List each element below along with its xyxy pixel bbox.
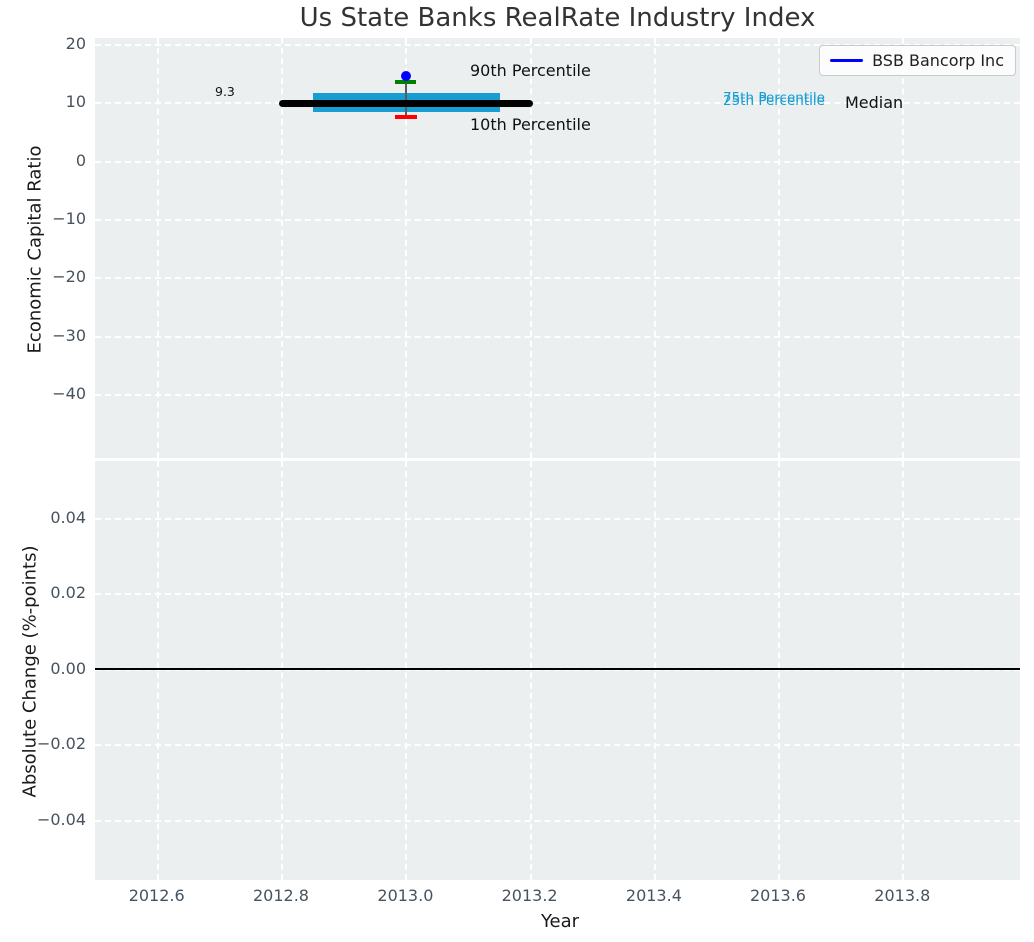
- legend-entry-label: BSB Bancorp Inc: [872, 51, 1004, 70]
- median-value-label: 9.3: [215, 84, 235, 99]
- xtick-2012-6: 2012.6: [128, 886, 185, 905]
- gridline-horizontal: [95, 819, 1020, 822]
- top-plot-area: 9.3 90th Percentile 10th Percentile 75th…: [95, 38, 1020, 458]
- gridline-horizontal: [95, 218, 1020, 221]
- gridline-horizontal: [95, 744, 1020, 747]
- chart-title: Us State Banks RealRate Industry Index: [299, 3, 816, 33]
- company-data-point: [401, 71, 411, 81]
- xtick-2013-8: 2013.8: [874, 886, 931, 905]
- median-annotation: Median: [845, 93, 904, 112]
- median-bar: [279, 100, 533, 107]
- p90-annotation: 90th Percentile: [470, 61, 591, 80]
- bottom-plot-area: [95, 461, 1020, 880]
- ytick-bottom-n002: −0.02: [36, 734, 86, 754]
- bottom-y-axis-label: Absolute Change (%-points): [19, 545, 41, 798]
- p10-tick-marker: [395, 115, 417, 119]
- ytick-top-20: 20: [65, 33, 86, 53]
- gridline-horizontal: [95, 335, 1020, 338]
- ytick-bottom-004: 0.04: [50, 507, 86, 527]
- zero-reference-line: [95, 667, 1020, 670]
- legend-line-sample: [830, 59, 864, 62]
- gridline-horizontal: [95, 393, 1020, 396]
- xtick-2012-8: 2012.8: [253, 886, 309, 905]
- ytick-bottom-000: 0.00: [50, 658, 86, 678]
- ytick-bottom-n004: −0.04: [36, 809, 86, 829]
- gridline-horizontal: [95, 160, 1020, 163]
- top-y-axis-label: Economic Capital Ratio: [24, 145, 46, 354]
- gridline-horizontal: [95, 277, 1020, 280]
- p10-annotation: 10th Percentile: [470, 115, 591, 134]
- x-axis-label: Year: [540, 911, 580, 932]
- xtick-2013-0: 2013.0: [377, 886, 434, 905]
- p25-annotation: 25th Percentile: [723, 93, 825, 109]
- gridline-horizontal: [95, 593, 1020, 596]
- xtick-2013-4: 2013.4: [625, 886, 682, 905]
- xtick-2013-2: 2013.2: [501, 886, 558, 905]
- legend-box: BSB Bancorp Inc: [819, 45, 1016, 76]
- xtick-2013-6: 2013.6: [750, 886, 806, 905]
- ytick-bottom-002: 0.02: [50, 583, 86, 603]
- gridline-horizontal: [95, 517, 1020, 520]
